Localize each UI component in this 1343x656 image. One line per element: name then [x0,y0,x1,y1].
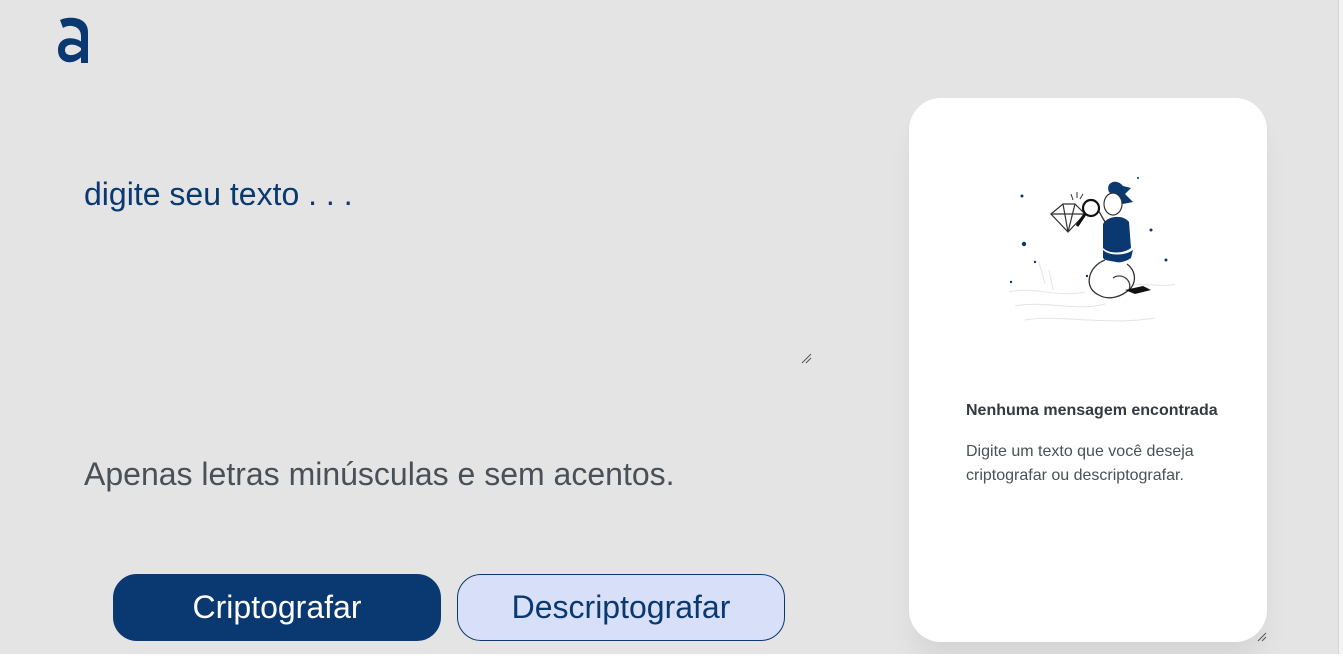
decrypt-button[interactable]: Descriptografar [457,574,785,641]
resize-handle-icon[interactable] [1257,632,1267,642]
input-hint: Apenas letras minúsculas e sem acentos. [84,456,675,492]
page-scrollbar[interactable] [1338,0,1343,656]
message-input[interactable] [84,170,812,364]
encrypt-button[interactable]: Criptografar [113,574,441,641]
no-message-title: Nenhuma mensagem encontrada [966,402,1218,419]
alura-logo-icon [58,17,88,63]
output-panel: Nenhuma mensagem encontrada Digite um te… [909,98,1267,642]
boy-with-magnifier-illustration [1008,177,1176,322]
resize-handle-icon[interactable] [800,352,812,364]
no-message-description: Digite um texto que você deseja criptogr… [966,443,1194,484]
